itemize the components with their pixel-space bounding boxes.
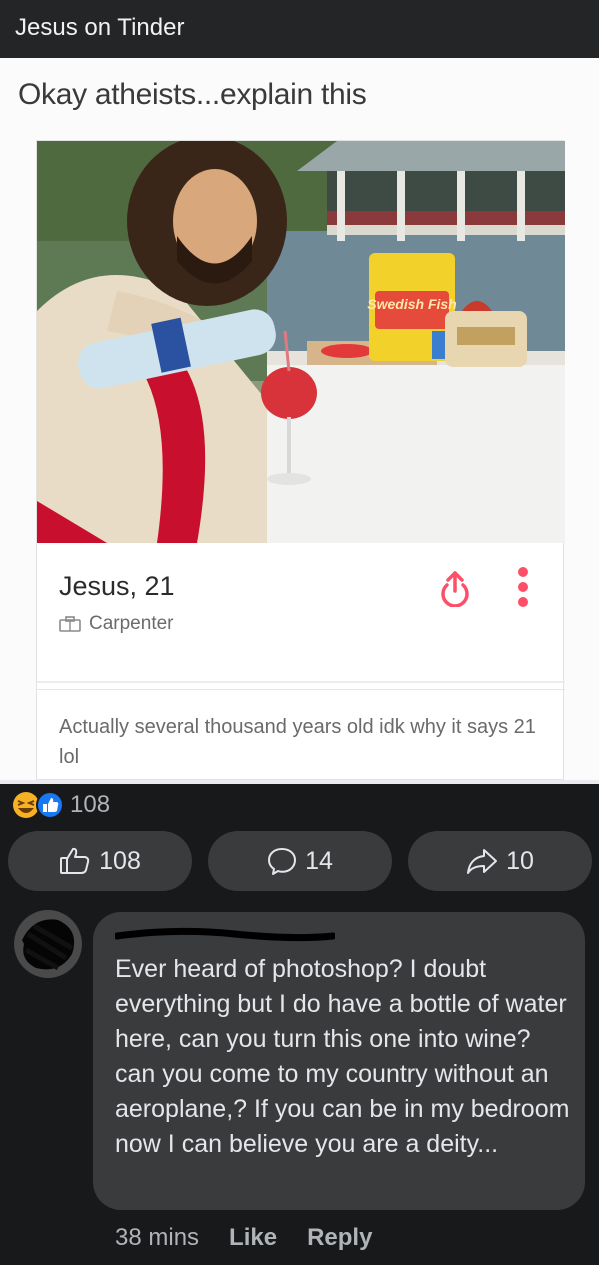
comment-button[interactable]: 14 — [208, 831, 392, 891]
like-count: 108 — [99, 846, 141, 875]
more-dots-icon — [513, 565, 533, 614]
like-icon — [36, 791, 64, 819]
top-header: Jesus on Tinder — [0, 0, 599, 58]
reactions-summary[interactable]: 108 — [12, 790, 110, 820]
comment-icon — [268, 848, 297, 875]
comment-count: 14 — [305, 846, 333, 875]
comment-like-link[interactable]: Like — [229, 1224, 277, 1252]
share-button[interactable]: 10 — [408, 831, 592, 891]
profile-job-label: Carpenter — [89, 613, 174, 634]
haha-icon — [13, 792, 39, 818]
image-caption: Okay atheists...explain this — [18, 78, 367, 111]
comment-bubble: Ever heard of photoshop? I doubt everyth… — [93, 912, 585, 1210]
card-divider — [37, 681, 565, 683]
bio-box: Actually several thousand years old idk … — [37, 689, 565, 780]
briefcase-icon — [59, 616, 81, 632]
candy-label: Swedish Fish — [367, 296, 456, 312]
post-title: Jesus on Tinder — [15, 14, 185, 41]
reaction-count: 108 — [70, 791, 111, 818]
post-image[interactable]: Okay atheists...explain this Swedish Fis… — [0, 58, 599, 780]
share-count: 10 — [506, 846, 534, 875]
comment-meta: 38 mins Like Reply — [115, 1224, 372, 1252]
comment-time: 38 mins — [115, 1224, 200, 1251]
share-arrow-icon — [467, 849, 498, 874]
commenter-name-redacted — [115, 927, 335, 942]
reaction-icons — [13, 791, 64, 819]
profile-job: Carpenter — [59, 613, 174, 635]
tinder-profile-card: Swedish Fish Jesus, 21 Carpenter Actuall… — [36, 140, 565, 780]
profile-bio: Actually several thousand years old idk … — [59, 716, 536, 768]
profile-name: Jesus, 21 — [59, 571, 175, 601]
commenter-avatar[interactable] — [14, 910, 82, 978]
profile-photo: Swedish Fish — [37, 141, 565, 543]
comment-text: Ever heard of photoshop? I doubt everyth… — [115, 955, 570, 1158]
thumbs-up-icon — [60, 847, 90, 874]
share-icon — [435, 567, 475, 612]
like-button[interactable]: 108 — [8, 831, 192, 891]
image-bottom-edge — [0, 780, 599, 784]
comment-reply-link[interactable]: Reply — [307, 1224, 372, 1252]
